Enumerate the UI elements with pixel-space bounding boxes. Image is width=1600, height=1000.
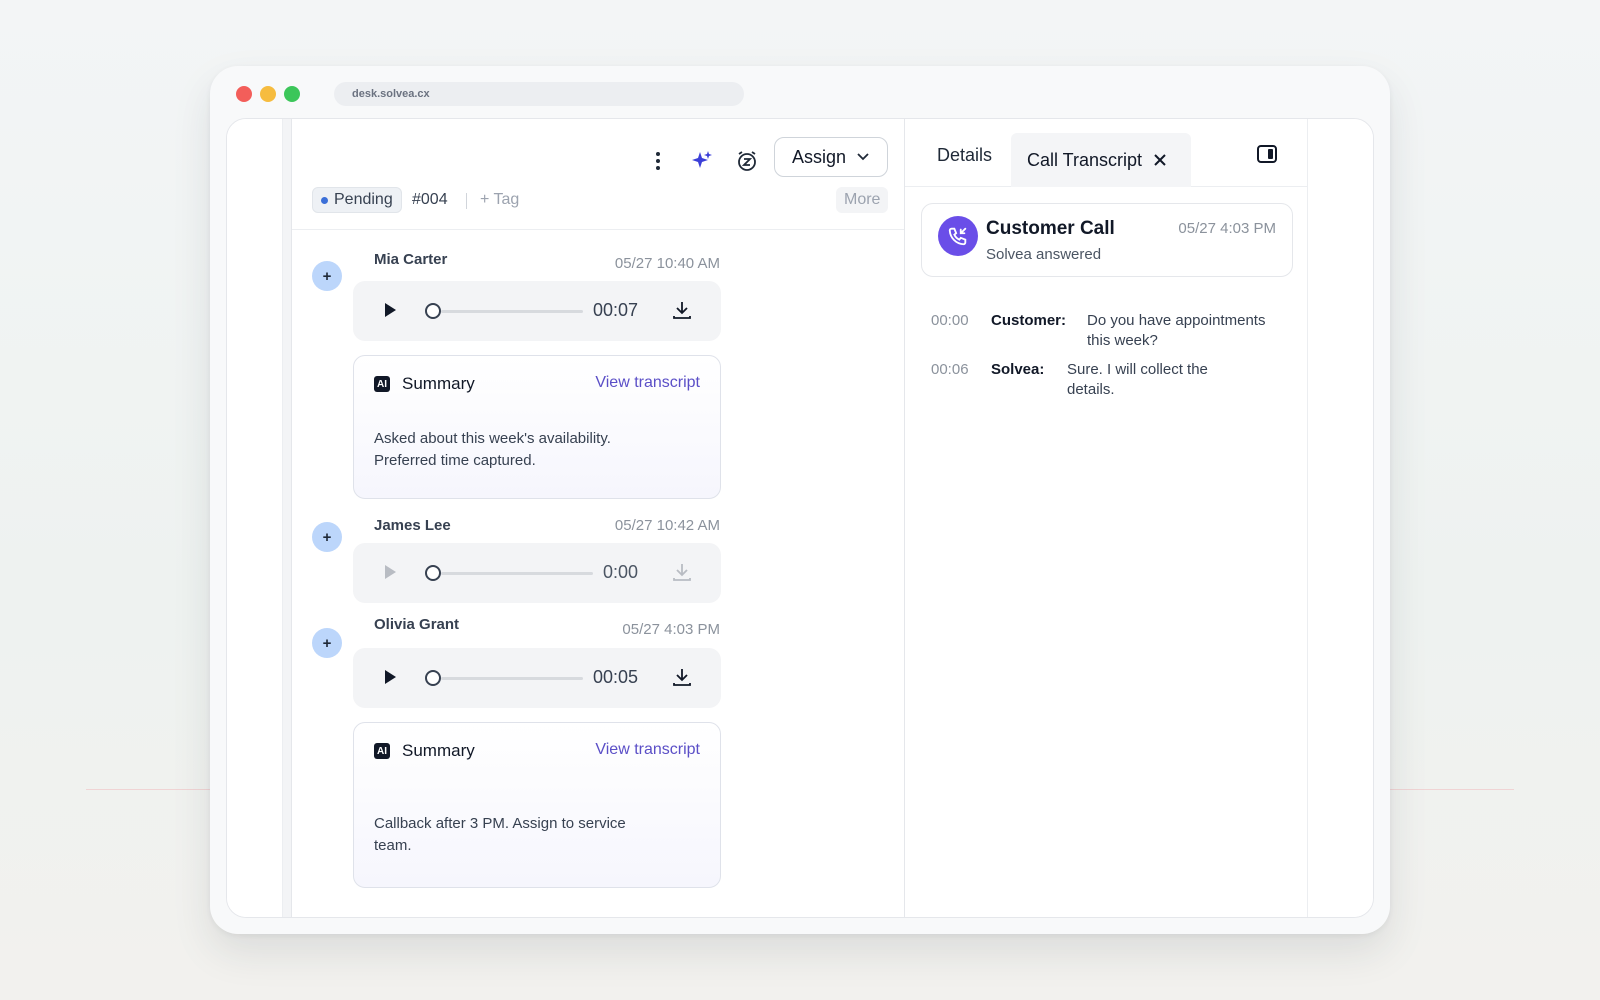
view-transcript-link[interactable]: View transcript — [595, 741, 700, 759]
summary-text: Callback after 3 PM. Assign to service t… — [374, 815, 626, 854]
add-tag-button[interactable]: + Tag — [480, 191, 519, 209]
seek-bar[interactable] — [441, 677, 583, 680]
assign-button[interactable]: Assign — [774, 137, 888, 177]
status-dot — [321, 196, 328, 204]
transcript-speaker: Solvea: — [991, 361, 1045, 378]
download-icon[interactable] — [671, 666, 693, 688]
audio-player: 00:07 — [353, 281, 721, 341]
ai-summary-card: AI Summary View transcript Callback afte… — [353, 722, 721, 888]
audio-duration: 00:05 — [593, 667, 639, 687]
seek-bar — [441, 572, 593, 575]
ai-summary-card: AI Summary View transcript Asked about t… — [353, 355, 721, 499]
summary-text: Asked about this week's availability. Pr… — [374, 430, 611, 469]
avatar[interactable]: + — [312, 261, 342, 291]
call-subtitle: Solvea answered — [986, 246, 1102, 263]
transcript-timestamp: 00:00 — [931, 312, 969, 329]
message-sender: Olivia Grant — [374, 616, 460, 633]
phone-incoming-icon — [938, 216, 978, 256]
chevron-down-icon — [857, 153, 869, 161]
more-button[interactable]: More — [836, 187, 889, 213]
seek-handle[interactable] — [425, 303, 441, 319]
divider — [466, 193, 467, 209]
seek-handle[interactable] — [425, 670, 441, 686]
summary-title: Summary — [402, 741, 475, 760]
status-badge[interactable]: Pending — [312, 187, 402, 213]
play-icon[interactable] — [383, 669, 397, 685]
audio-player: 00:05 — [353, 648, 721, 708]
transcript-text: Do you have appointments this week? — [1087, 312, 1266, 349]
download-icon — [673, 564, 691, 581]
app-frame: Assign Pending #004 + Tag More + Mia Car… — [226, 118, 1374, 918]
window-minimize-button[interactable] — [260, 86, 276, 102]
details-panel: Details Call Transcript Customer Call So… — [905, 119, 1307, 917]
panel-toggle-icon[interactable] — [1257, 145, 1277, 163]
close-icon[interactable] — [1154, 154, 1166, 166]
panel-tabs: Details Call Transcript — [905, 119, 1307, 187]
message-sender: James Lee — [374, 517, 451, 534]
seek-handle — [425, 565, 441, 581]
window-maximize-button[interactable] — [284, 86, 300, 102]
avatar[interactable]: + — [312, 628, 342, 658]
header-divider — [292, 229, 904, 230]
download-icon[interactable] — [671, 299, 693, 321]
address-bar[interactable]: desk.solvea.cx — [334, 82, 744, 106]
seek-bar[interactable] — [441, 310, 583, 313]
message-sender: Mia Carter — [374, 251, 448, 268]
left-nav-rail — [227, 119, 283, 917]
tab-label: Call Transcript — [1027, 149, 1143, 170]
audio-duration: 0:00 — [603, 562, 639, 582]
status-label: Pending — [334, 191, 393, 208]
sparkle-icon[interactable] — [688, 147, 716, 175]
more-vertical-icon[interactable] — [644, 147, 672, 175]
transcript-timestamp: 00:06 — [931, 361, 969, 378]
transcript-text: Sure. I will collect the details. — [1067, 361, 1208, 398]
call-card: Customer Call Solvea answered 05/27 4:03… — [921, 203, 1293, 277]
tab-details[interactable]: Details — [937, 145, 992, 166]
conversation-panel: Assign Pending #004 + Tag More + Mia Car… — [291, 119, 914, 917]
avatar[interactable]: + — [312, 522, 342, 552]
call-time: 05/27 4:03 PM — [1178, 220, 1276, 237]
ticket-id: #004 — [412, 191, 448, 208]
view-transcript-link[interactable]: View transcript — [595, 374, 700, 392]
message-time: 05/27 10:40 AM — [614, 255, 720, 272]
snooze-clock-icon[interactable] — [733, 147, 761, 175]
right-sidebar — [1307, 119, 1373, 917]
play-icon[interactable] — [383, 302, 397, 318]
transcript-speaker: Customer: — [991, 312, 1067, 329]
browser-window: desk.solvea.cx Assign Pending #004 + Tag… — [210, 66, 1390, 934]
audio-duration: 00:07 — [593, 300, 639, 320]
message-time: 05/27 4:03 PM — [622, 621, 720, 638]
ai-badge-icon: AI — [374, 376, 390, 392]
call-title: Customer Call — [986, 218, 1115, 239]
ai-badge-icon: AI — [374, 743, 390, 759]
list-collapsed-strip — [283, 119, 291, 917]
play-icon — [385, 565, 396, 579]
summary-title: Summary — [402, 374, 475, 393]
audio-player: 0:00 — [353, 543, 721, 603]
window-close-button[interactable] — [236, 86, 252, 102]
assign-label: Assign — [791, 146, 847, 167]
message-time: 05/27 10:42 AM — [614, 517, 720, 534]
tab-call-transcript[interactable]: Call Transcript — [1011, 133, 1191, 187]
